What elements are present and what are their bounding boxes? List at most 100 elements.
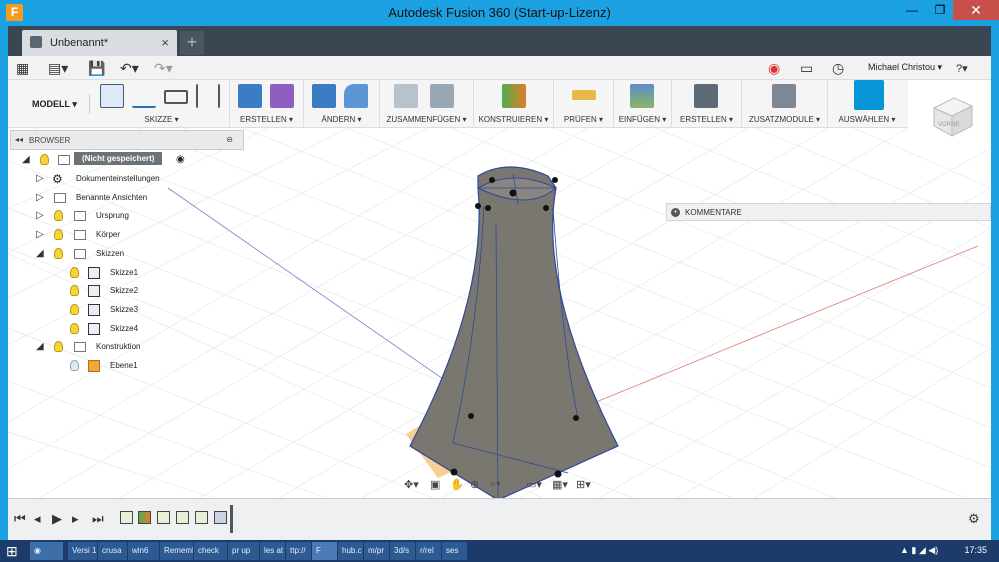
taskbar-item[interactable]: ttp:// [286,542,312,560]
file-icon[interactable]: ▤▾ [48,60,68,77]
press-pull-icon[interactable] [312,84,336,108]
select-cursor-icon[interactable] [854,80,884,110]
grid-menu-icon[interactable]: ▦ [16,60,29,77]
viewports-icon[interactable]: ⊞▾ [576,478,591,491]
look-at-icon[interactable]: ▣ [430,478,440,491]
timeline-sketch-icon[interactable] [176,511,189,524]
collapse-triangle-icon[interactable]: ◢ [36,248,44,259]
mesh-icon[interactable] [270,84,294,108]
browser-item-bodies[interactable]: ▷ Körper [36,227,196,244]
extrude-icon[interactable] [238,84,262,108]
browser-item-sketch3[interactable]: Skizze3 [68,302,208,319]
expand-triangle-icon[interactable]: ▷ [36,173,44,184]
browser-options-icon[interactable]: ⊖ [226,135,233,144]
visibility-bulb-icon[interactable] [40,154,49,165]
expand-triangle-icon[interactable]: ◢ [22,154,30,165]
ribbon-group-label[interactable]: PRÜFEN ▾ [554,115,613,124]
visibility-bulb-icon[interactable] [70,267,79,278]
zoom-window-icon[interactable]: ⌕▾ [490,478,501,491]
browser-item-construction[interactable]: ◢ Konstruktion [36,339,196,356]
render-icon[interactable] [694,84,718,108]
redo-icon[interactable]: ↷▾ [154,60,173,77]
windows-start-icon[interactable]: ⊞ [6,543,22,559]
help-icon[interactable]: ?▾ [956,62,968,75]
timeline-sketch-icon[interactable] [195,511,208,524]
taskbar-item[interactable]: 3d/s [390,542,416,560]
ribbon-group-label[interactable]: SKIZZE ▾ [94,115,229,124]
visibility-bulb-icon[interactable] [54,229,63,240]
taskbar-item[interactable]: r/rel [416,542,442,560]
taskbar-item[interactable]: check [194,542,228,560]
insert-image-icon[interactable] [630,84,654,108]
ribbon-group-label[interactable]: EINFÜGEN ▾ [614,115,671,124]
ribbon-group-label[interactable]: ERSTELLEN ▾ [230,115,303,124]
taskbar-item[interactable]: hub.c [338,542,364,560]
ribbon-group-label[interactable]: ZUSAMMENFÜGEN ▾ [380,115,473,124]
new-component-icon[interactable] [394,84,418,108]
taskbar-item[interactable]: pr up [228,542,260,560]
measure-icon[interactable] [572,90,596,100]
visibility-bulb-icon[interactable] [54,248,63,259]
timeline-loft-icon[interactable] [214,511,227,524]
view-cube[interactable]: VORNE [928,90,978,140]
fillet-icon[interactable] [344,84,368,108]
browser-item-sketch1[interactable]: Skizze1 [68,265,208,282]
scripts-icon[interactable] [772,84,796,108]
clock-icon[interactable]: ◷ [832,60,844,77]
visibility-bulb-icon[interactable] [70,304,79,315]
maximize-button[interactable]: ❐ [926,0,954,20]
timeline-sketch-icon[interactable] [120,511,133,524]
go-to-end-icon[interactable]: ⏭ [92,511,104,527]
document-tab[interactable]: Unbenannt* × [22,30,177,56]
vase-body[interactable] [409,166,619,498]
browser-item-sketch4[interactable]: Skizze4 [68,321,208,338]
browser-item-document-settings[interactable]: ▷ ⚙ Dokumenteinstellungen [36,171,196,188]
taskbar-item[interactable]: ses [442,542,468,560]
taskbar-item[interactable]: les at [260,542,286,560]
timeline-plane-icon[interactable] [138,511,151,524]
create-sketch-icon[interactable] [100,84,124,108]
ribbon-group-label[interactable]: ZUSATZMODULE ▾ [742,115,827,124]
play-icon[interactable]: ▶ [52,511,62,527]
step-forward-icon[interactable]: ▸ [72,511,79,527]
taskbar-item[interactable]: ◉ [30,542,64,560]
go-to-start-icon[interactable]: ⏮ [14,511,26,527]
browser-item-named-views[interactable]: ▷ Benannte Ansichten [36,190,196,207]
timeline-settings-gear-icon[interactable]: ⚙ [968,511,980,527]
new-tab-button[interactable]: + [180,31,204,55]
taskbar-item[interactable]: Versi 1.36 [68,542,98,560]
visibility-bulb-icon[interactable] [70,360,79,371]
ribbon-group-label[interactable]: KONSTRUIEREN ▾ [474,115,553,124]
pan-icon[interactable]: ✋ [450,478,464,491]
view-cube-icon[interactable]: VORNE [928,90,978,140]
close-window-button[interactable]: ✕ [953,0,999,20]
zoom-icon[interactable]: ⊕ [470,478,479,491]
save-icon[interactable]: 💾 [88,60,105,77]
taskbar-item[interactable]: win6 [128,542,160,560]
line-icon[interactable] [132,84,156,108]
user-menu[interactable]: Michael Christou ▾ [868,62,942,73]
dimension-icon[interactable] [196,84,220,108]
collapse-browser-icon[interactable]: ◂◂ [15,135,23,144]
step-back-icon[interactable]: ◂ [34,511,41,527]
timeline-sketch-icon[interactable] [157,511,170,524]
ribbon-group-label[interactable]: ÄNDERN ▾ [304,115,379,124]
visibility-bulb-icon[interactable] [54,210,63,221]
collapse-triangle-icon[interactable]: ◢ [36,341,44,352]
offset-plane-icon[interactable] [502,84,526,108]
ribbon-group-label[interactable]: AUSWÄHLEN ▾ [828,115,906,124]
browser-item-sketch2[interactable]: Skizze2 [68,283,208,300]
root-node-label[interactable]: (Nicht gespeichert) [74,152,163,165]
browser-item-sketches[interactable]: ◢ Skizzen [36,246,196,263]
workspace-switcher[interactable]: MODELL ▾ [22,94,90,114]
taskbar-item[interactable]: Remember [160,542,194,560]
rectangle-icon[interactable] [164,90,188,104]
expand-triangle-icon[interactable]: ▷ [36,229,44,240]
active-radio-icon[interactable]: ◉ [176,154,185,165]
display-settings-icon[interactable]: ▭▾ [526,478,542,491]
taskbar-item[interactable]: m/pr [364,542,390,560]
visibility-bulb-icon[interactable] [54,341,63,352]
ribbon-group-label[interactable]: ERSTELLEN ▾ [672,115,741,124]
browser-item-plane1[interactable]: Ebene1 [68,358,208,375]
add-comment-icon[interactable]: + [671,208,680,217]
